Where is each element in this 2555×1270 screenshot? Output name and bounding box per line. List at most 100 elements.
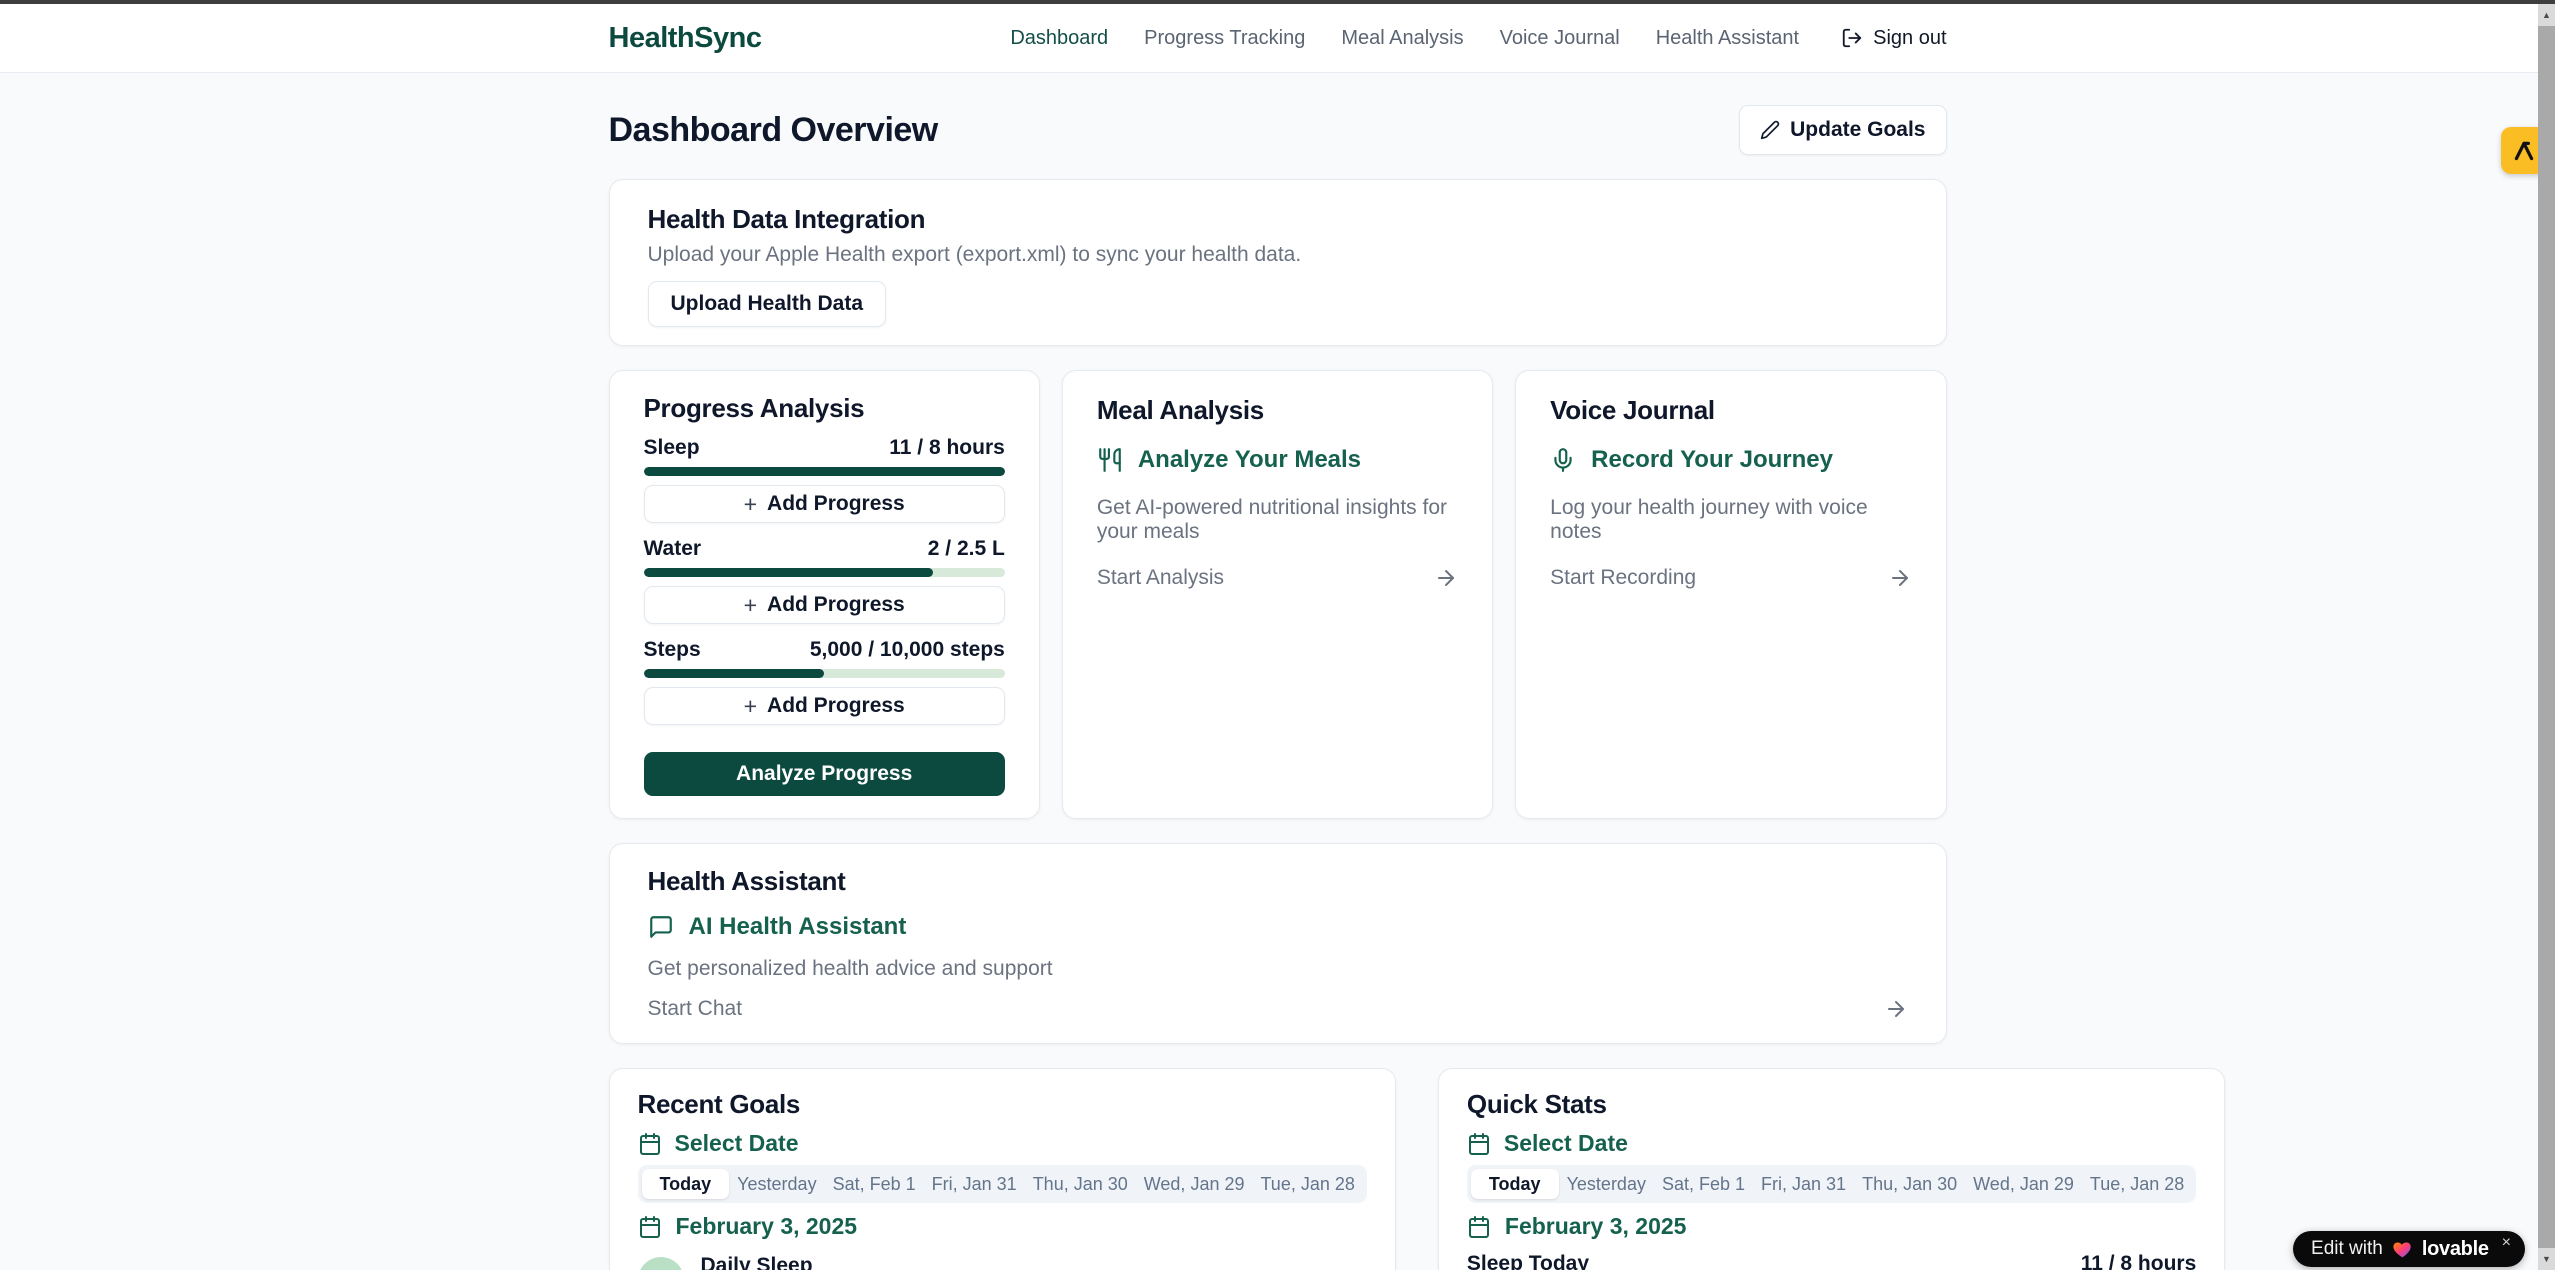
add-progress-label: Add Progress	[767, 593, 905, 617]
arrow-right-icon	[1884, 997, 1908, 1021]
tab-yesterday[interactable]: Yesterday	[1559, 1174, 1654, 1195]
app-header: HealthSync Dashboard Progress Tracking M…	[0, 0, 2555, 73]
start-chat-label: Start Chat	[648, 997, 743, 1021]
sign-out-button[interactable]: Sign out	[1841, 27, 1946, 50]
calendar-icon	[1467, 1132, 1491, 1156]
plus-icon: +	[744, 695, 757, 718]
tab-yesterday[interactable]: Yesterday	[729, 1174, 824, 1195]
steps-value: 5,000 / 10,000 steps	[810, 638, 1005, 662]
select-date-label: Select Date	[1504, 1130, 1628, 1157]
steps-progress-bar	[644, 669, 1005, 678]
health-data-integration-card: Health Data Integration Upload your Appl…	[609, 179, 1947, 346]
sleep-progress-bar	[644, 467, 1005, 476]
meal-analysis-title: Meal Analysis	[1097, 395, 1458, 426]
tab-fri-jan-31[interactable]: Fri, Jan 31	[924, 1174, 1025, 1195]
health-assistant-card: Health Assistant AI Health Assistant Get…	[609, 843, 1947, 1044]
start-analysis-label: Start Analysis	[1097, 566, 1224, 590]
record-your-journey-label: Record Your Journey	[1591, 446, 1833, 474]
tab-today[interactable]: Today	[1471, 1169, 1559, 1199]
tab-thu-jan-30[interactable]: Thu, Jan 30	[1854, 1174, 1965, 1195]
sleep-today-label: Sleep Today	[1467, 1252, 1589, 1270]
sleep-metric: Sleep 11 / 8 hours + Add Progress	[644, 436, 1005, 523]
selected-date-label: February 3, 2025	[676, 1213, 858, 1240]
sleep-value: 11 / 8 hours	[889, 436, 1005, 460]
analyze-your-meals-link[interactable]: Analyze Your Meals	[1097, 446, 1458, 474]
nav-health-assistant[interactable]: Health Assistant	[1656, 27, 1799, 50]
voice-journal-card: Voice Journal Record Your Journey Log yo…	[1515, 370, 1946, 819]
recent-goals-selected-date: February 3, 2025	[638, 1213, 1367, 1240]
ai-health-assistant-link[interactable]: AI Health Assistant	[648, 913, 1908, 941]
calendar-icon	[638, 1132, 662, 1156]
page-title: Dashboard Overview	[609, 111, 938, 150]
logout-icon	[1841, 27, 1863, 49]
start-analysis-link[interactable]: Start Analysis	[1097, 566, 1458, 590]
heart-icon	[2392, 1239, 2413, 1260]
quick-stats-selected-date: February 3, 2025	[1467, 1213, 2196, 1240]
recent-goals-card: Recent Goals Select Date Today Yesterday…	[609, 1068, 1396, 1270]
voice-journal-title: Voice Journal	[1550, 395, 1911, 426]
sleep-add-progress-button[interactable]: + Add Progress	[644, 485, 1005, 523]
start-recording-link[interactable]: Start Recording	[1550, 566, 1911, 590]
nav-dashboard[interactable]: Dashboard	[1010, 27, 1108, 50]
update-goals-label: Update Goals	[1790, 118, 1925, 142]
quick-stats-title: Quick Stats	[1467, 1089, 2196, 1120]
nav-progress-tracking[interactable]: Progress Tracking	[1144, 27, 1305, 50]
progress-analysis-title: Progress Analysis	[644, 393, 1005, 424]
goal-item-daily-sleep: Daily Sleep 11 / 8 hours	[638, 1254, 1367, 1270]
edit-with-lovable-badge[interactable]: Edit with lovable ×	[2293, 1231, 2525, 1267]
tab-sat-feb-1[interactable]: Sat, Feb 1	[1654, 1174, 1753, 1195]
edit-with-label: Edit with	[2311, 1238, 2383, 1260]
plus-icon: +	[744, 594, 757, 617]
assistant-description: Get personalized health advice and suppo…	[648, 957, 1908, 981]
analyze-progress-button[interactable]: Analyze Progress	[644, 752, 1005, 796]
progress-analysis-card: Progress Analysis Sleep 11 / 8 hours + A…	[609, 370, 1040, 819]
tab-tue-jan-28[interactable]: Tue, Jan 28	[2082, 1174, 2192, 1195]
tab-tue-jan-28[interactable]: Tue, Jan 28	[1252, 1174, 1362, 1195]
tab-today[interactable]: Today	[642, 1169, 730, 1199]
lovable-label: lovable	[2422, 1238, 2489, 1261]
steps-add-progress-button[interactable]: + Add Progress	[644, 687, 1005, 725]
scroll-up-button[interactable]: ▲	[2538, 4, 2555, 26]
nav-meal-analysis[interactable]: Meal Analysis	[1341, 27, 1463, 50]
chat-bubble-icon	[648, 914, 674, 940]
selected-date-label: February 3, 2025	[1505, 1213, 1687, 1240]
integration-description: Upload your Apple Health export (export.…	[648, 243, 1908, 267]
calendar-icon	[638, 1215, 662, 1239]
start-chat-link[interactable]: Start Chat	[648, 997, 1908, 1021]
tab-wed-jan-29[interactable]: Wed, Jan 29	[1965, 1174, 2082, 1195]
calendar-icon	[1467, 1215, 1491, 1239]
integration-title: Health Data Integration	[648, 204, 1908, 235]
record-your-journey-link[interactable]: Record Your Journey	[1550, 446, 1911, 474]
steps-label: Steps	[644, 638, 701, 662]
recent-goals-title: Recent Goals	[638, 1089, 1367, 1120]
steps-metric: Steps 5,000 / 10,000 steps + Add Progres…	[644, 638, 1005, 725]
update-goals-button[interactable]: Update Goals	[1739, 105, 1946, 155]
goal-name: Daily Sleep	[701, 1254, 813, 1270]
tab-thu-jan-30[interactable]: Thu, Jan 30	[1025, 1174, 1136, 1195]
tab-wed-jan-29[interactable]: Wed, Jan 29	[1136, 1174, 1253, 1195]
scroll-down-button[interactable]: ▼	[2538, 1248, 2555, 1270]
water-progress-bar	[644, 568, 1005, 577]
meal-analysis-card: Meal Analysis Analyze Your Meals Get AI-…	[1062, 370, 1493, 819]
ai-health-assistant-label: AI Health Assistant	[689, 913, 907, 941]
utensils-icon	[1097, 447, 1123, 473]
tab-fri-jan-31[interactable]: Fri, Jan 31	[1753, 1174, 1854, 1195]
water-add-progress-button[interactable]: + Add Progress	[644, 586, 1005, 624]
quick-stats-select-date-button[interactable]: Select Date	[1467, 1130, 2196, 1157]
brand-logo[interactable]: HealthSync	[609, 22, 762, 55]
nav-voice-journal[interactable]: Voice Journal	[1500, 27, 1620, 50]
close-icon[interactable]: ×	[2502, 1234, 2511, 1252]
upload-health-data-button[interactable]: Upload Health Data	[648, 281, 887, 327]
sleep-label: Sleep	[644, 436, 700, 460]
lovable-logo-icon	[2511, 138, 2537, 164]
scrollbar[interactable]: ▲ ▼	[2538, 0, 2555, 1270]
tab-sat-feb-1[interactable]: Sat, Feb 1	[825, 1174, 924, 1195]
water-value: 2 / 2.5 L	[928, 537, 1005, 561]
water-metric: Water 2 / 2.5 L + Add Progress	[644, 537, 1005, 624]
scrollbar-thumb[interactable]	[2538, 26, 2555, 1248]
water-label: Water	[644, 537, 702, 561]
analyze-your-meals-label: Analyze Your Meals	[1138, 446, 1361, 474]
recent-goals-select-date-button[interactable]: Select Date	[638, 1130, 1367, 1157]
check-circle-icon	[638, 1257, 684, 1270]
add-progress-label: Add Progress	[767, 694, 905, 718]
